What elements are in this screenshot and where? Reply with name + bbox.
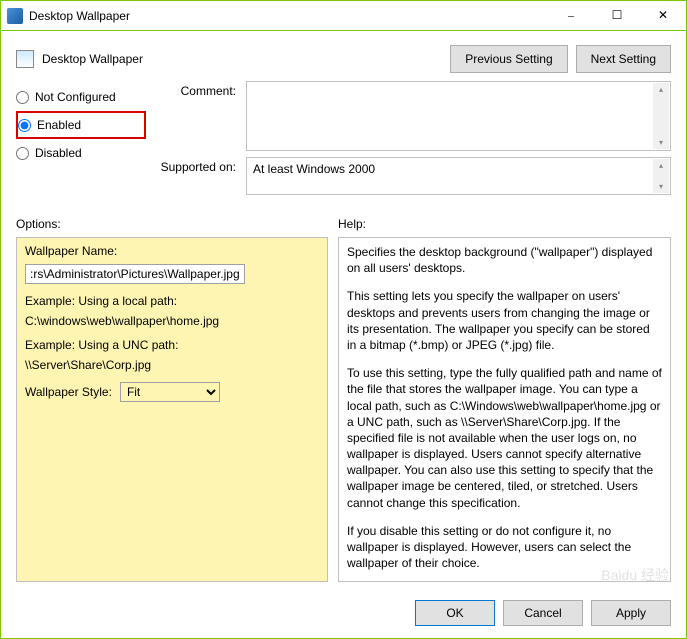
policy-icon [16,50,34,68]
supported-on-box: At least Windows 2000 ▴▾ [246,157,671,195]
radio-not-configured-input[interactable] [16,91,29,104]
scroll-down-icon: ▾ [659,138,663,147]
options-label: Options: [16,217,338,231]
minimize-button[interactable]: – [548,1,594,30]
cancel-button[interactable]: Cancel [503,600,583,626]
options-pane: Wallpaper Name: Example: Using a local p… [16,237,328,582]
help-label: Help: [338,217,366,231]
wallpaper-style-select[interactable]: Fit [120,382,220,402]
wallpaper-name-label: Wallpaper Name: [25,244,319,258]
header: Desktop Wallpaper Previous Setting Next … [1,31,686,81]
radio-label: Not Configured [35,90,116,104]
comment-textarea[interactable]: ▴▾ [246,81,671,151]
maximize-button[interactable]: ☐ [594,1,640,30]
radio-not-configured[interactable]: Not Configured [16,83,146,111]
radio-disabled[interactable]: Disabled [16,139,146,167]
wallpaper-style-label: Wallpaper Style: [25,385,112,399]
radio-label: Enabled [37,118,81,132]
scroll-up-icon: ▴ [659,85,663,94]
radio-disabled-input[interactable] [16,147,29,160]
scroll-up-icon: ▴ [659,161,663,170]
supported-label: Supported on: [146,157,246,195]
apply-button[interactable]: Apply [591,600,671,626]
state-radio-group: Not Configured Enabled Disabled [16,81,146,201]
radio-enabled[interactable]: Enabled [16,111,146,139]
next-setting-button[interactable]: Next Setting [576,45,671,73]
comment-label: Comment: [146,81,246,151]
example-local-value: C:\windows\web\wallpaper\home.jpg [25,314,319,328]
footer: OK Cancel Apply [1,590,686,638]
window-title: Desktop Wallpaper [29,9,548,23]
example-local-label: Example: Using a local path: [25,294,319,308]
help-pane[interactable]: Specifies the desktop background ("wallp… [338,237,671,582]
radio-enabled-input[interactable] [18,119,31,132]
close-button[interactable]: ✕ [640,1,686,30]
supported-on-text: At least Windows 2000 [253,162,375,176]
help-paragraph: To use this setting, type the fully qual… [347,365,662,511]
dialog-window: Desktop Wallpaper – ☐ ✕ Desktop Wallpape… [0,0,687,639]
help-paragraph: If you disable this setting or do not co… [347,523,662,572]
ok-button[interactable]: OK [415,600,495,626]
example-unc-value: \\Server\Share\Corp.jpg [25,358,319,372]
app-icon [7,8,23,24]
scrollbar[interactable]: ▴▾ [653,83,669,149]
wallpaper-name-input[interactable] [25,264,245,284]
radio-label: Disabled [35,146,82,160]
help-paragraph: Specifies the desktop background ("wallp… [347,244,662,276]
policy-title: Desktop Wallpaper [42,52,442,66]
example-unc-label: Example: Using a UNC path: [25,338,319,352]
scroll-down-icon: ▾ [659,182,663,191]
previous-setting-button[interactable]: Previous Setting [450,45,567,73]
scrollbar[interactable]: ▴▾ [653,159,669,193]
help-paragraph: This setting lets you specify the wallpa… [347,288,662,353]
titlebar: Desktop Wallpaper – ☐ ✕ [1,1,686,31]
